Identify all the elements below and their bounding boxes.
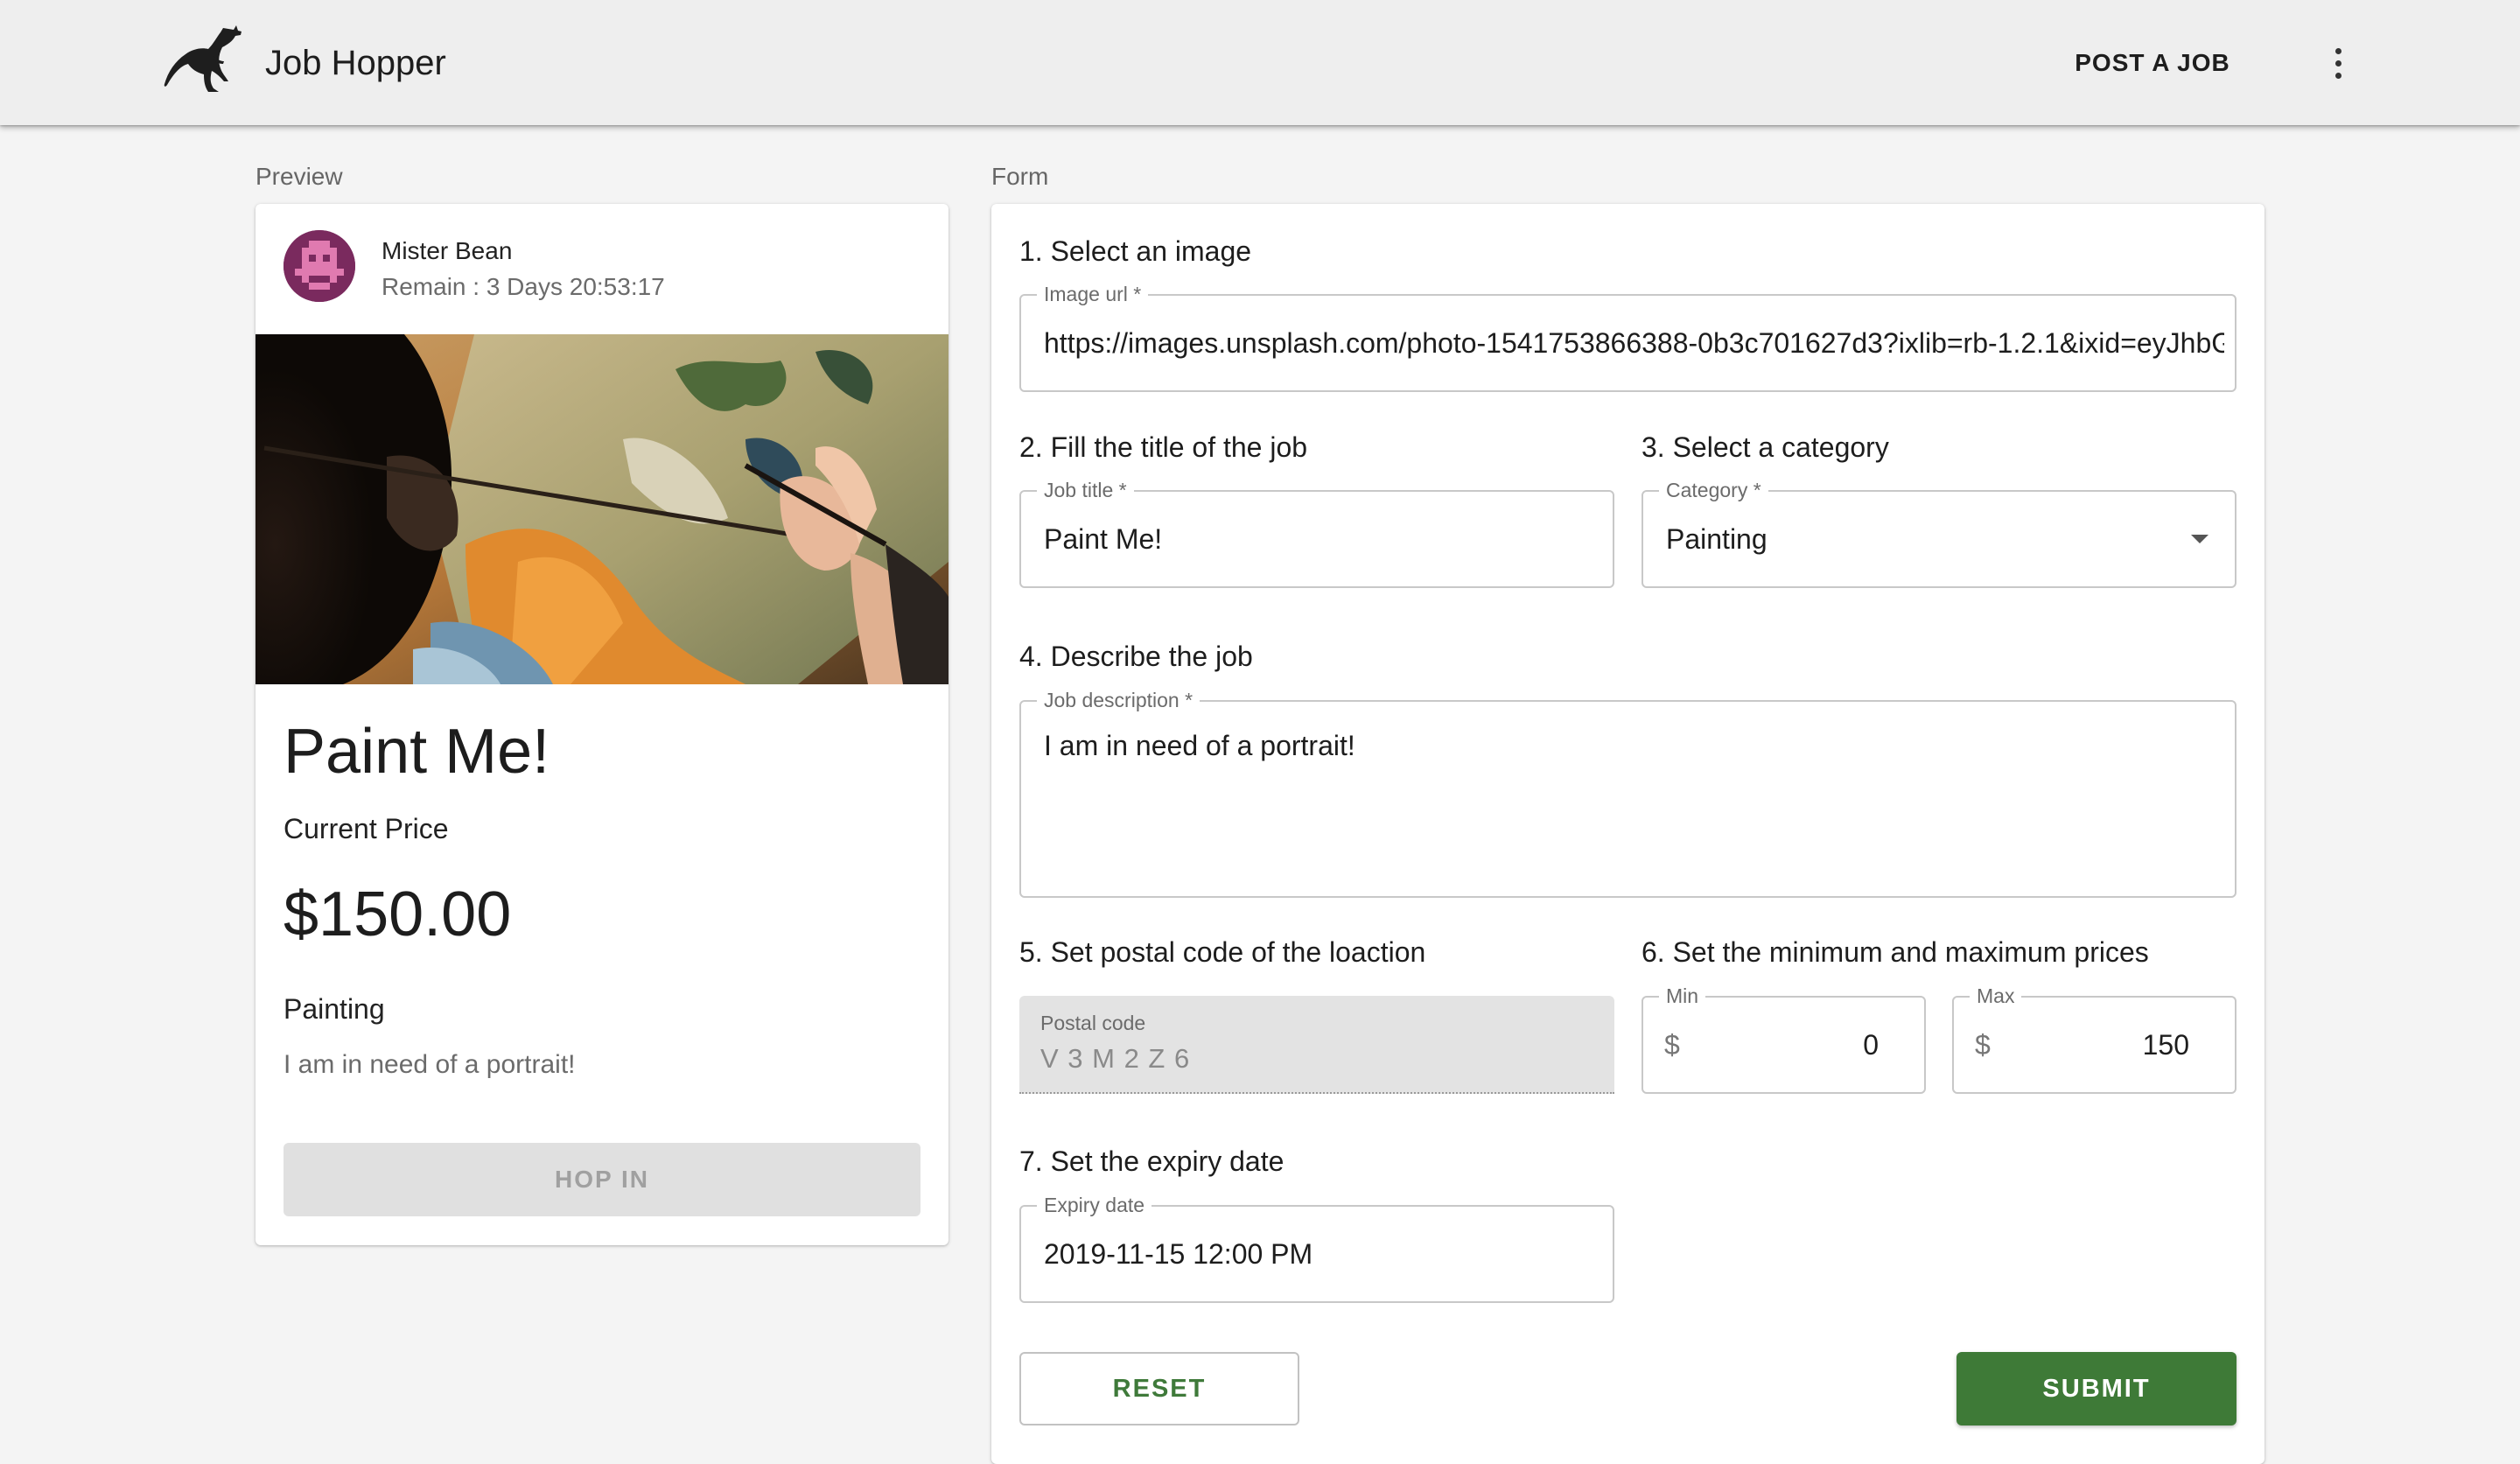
- expiry-date-input[interactable]: 2019-11-15 12:00 PM: [1044, 1207, 1602, 1301]
- category-select[interactable]: Category * Painting: [1642, 479, 2236, 588]
- job-description-textarea[interactable]: I am in need of a portrait!: [1044, 702, 2224, 896]
- kangaroo-logo-icon[interactable]: [161, 25, 243, 102]
- step-category: 3. Select a category: [1642, 431, 1889, 463]
- post-a-job-button[interactable]: POST A JOB: [2074, 40, 2231, 86]
- preview-description: I am in need of a portrait!: [284, 1050, 576, 1079]
- preview-category: Painting: [284, 993, 385, 1025]
- step-postal-code: 5. Set postal code of the loaction: [1019, 936, 1426, 968]
- image-url-field[interactable]: Image url * https://images.unsplash.com/…: [1019, 283, 2236, 392]
- expiry-date-field[interactable]: Expiry date 2019-11-15 12:00 PM: [1019, 1194, 1614, 1303]
- time-remaining: Remain : 3 Days 20:53:17: [382, 270, 665, 305]
- min-price-input[interactable]: 0: [1863, 998, 1879, 1092]
- remain-prefix: Remain :: [382, 273, 486, 300]
- poster-name: Mister Bean: [382, 237, 513, 264]
- max-currency-symbol: $: [1975, 1028, 1991, 1061]
- preview-section-label: Preview: [256, 163, 343, 190]
- job-description-field[interactable]: Job description * I am in need of a port…: [1019, 689, 2236, 898]
- avatar: [284, 230, 355, 302]
- dropdown-arrow-icon[interactable]: [2191, 535, 2208, 543]
- postal-code-input[interactable]: V 3 M 2 Z 6: [1040, 1041, 1190, 1076]
- job-title-field[interactable]: Job title * Paint Me!: [1019, 479, 1614, 588]
- max-price-input[interactable]: 150: [2143, 998, 2189, 1092]
- more-vert-icon[interactable]: [2317, 40, 2359, 86]
- category-selected-value[interactable]: Painting: [1666, 492, 2224, 586]
- image-url-input[interactable]: https://images.unsplash.com/photo-154175…: [1044, 296, 2224, 390]
- job-preview-card: Mister Bean Remain : 3 Days 20:53:17 Pai…: [256, 204, 948, 1245]
- job-image: [256, 334, 948, 684]
- job-title-input[interactable]: Paint Me!: [1044, 492, 1602, 586]
- current-price: $150.00: [284, 879, 512, 949]
- app-bar: Job Hopper POST A JOB: [0, 0, 2520, 125]
- step-select-image: 1. Select an image: [1019, 235, 1252, 267]
- min-currency-symbol: $: [1664, 1028, 1680, 1061]
- remain-value: 3 Days 20:53:17: [486, 273, 665, 300]
- job-form: 1. Select an image Image url * https://i…: [991, 204, 2264, 1464]
- postal-code-field[interactable]: Postal code V 3 M 2 Z 6: [1019, 996, 1614, 1094]
- step-job-title: 2. Fill the title of the job: [1019, 431, 1308, 463]
- submit-button[interactable]: SUBMIT: [1956, 1352, 2236, 1425]
- preview-job-title: Paint Me!: [284, 717, 550, 787]
- app-title[interactable]: Job Hopper: [265, 39, 446, 88]
- hop-in-button[interactable]: HOP IN: [284, 1143, 920, 1216]
- step-min-max-prices: 6. Set the minimum and maximum prices: [1642, 936, 2149, 968]
- current-price-label: Current Price: [284, 813, 449, 844]
- min-price-field[interactable]: Min $ 0: [1642, 984, 1926, 1094]
- step-expiry-date: 7. Set the expiry date: [1019, 1145, 1284, 1177]
- postal-code-label: Postal code: [1040, 1012, 1146, 1034]
- max-price-field[interactable]: Max $ 150: [1952, 984, 2236, 1094]
- form-section-label: Form: [991, 163, 1049, 190]
- step-describe-job: 4. Describe the job: [1019, 641, 1253, 672]
- reset-button[interactable]: RESET: [1019, 1352, 1299, 1425]
